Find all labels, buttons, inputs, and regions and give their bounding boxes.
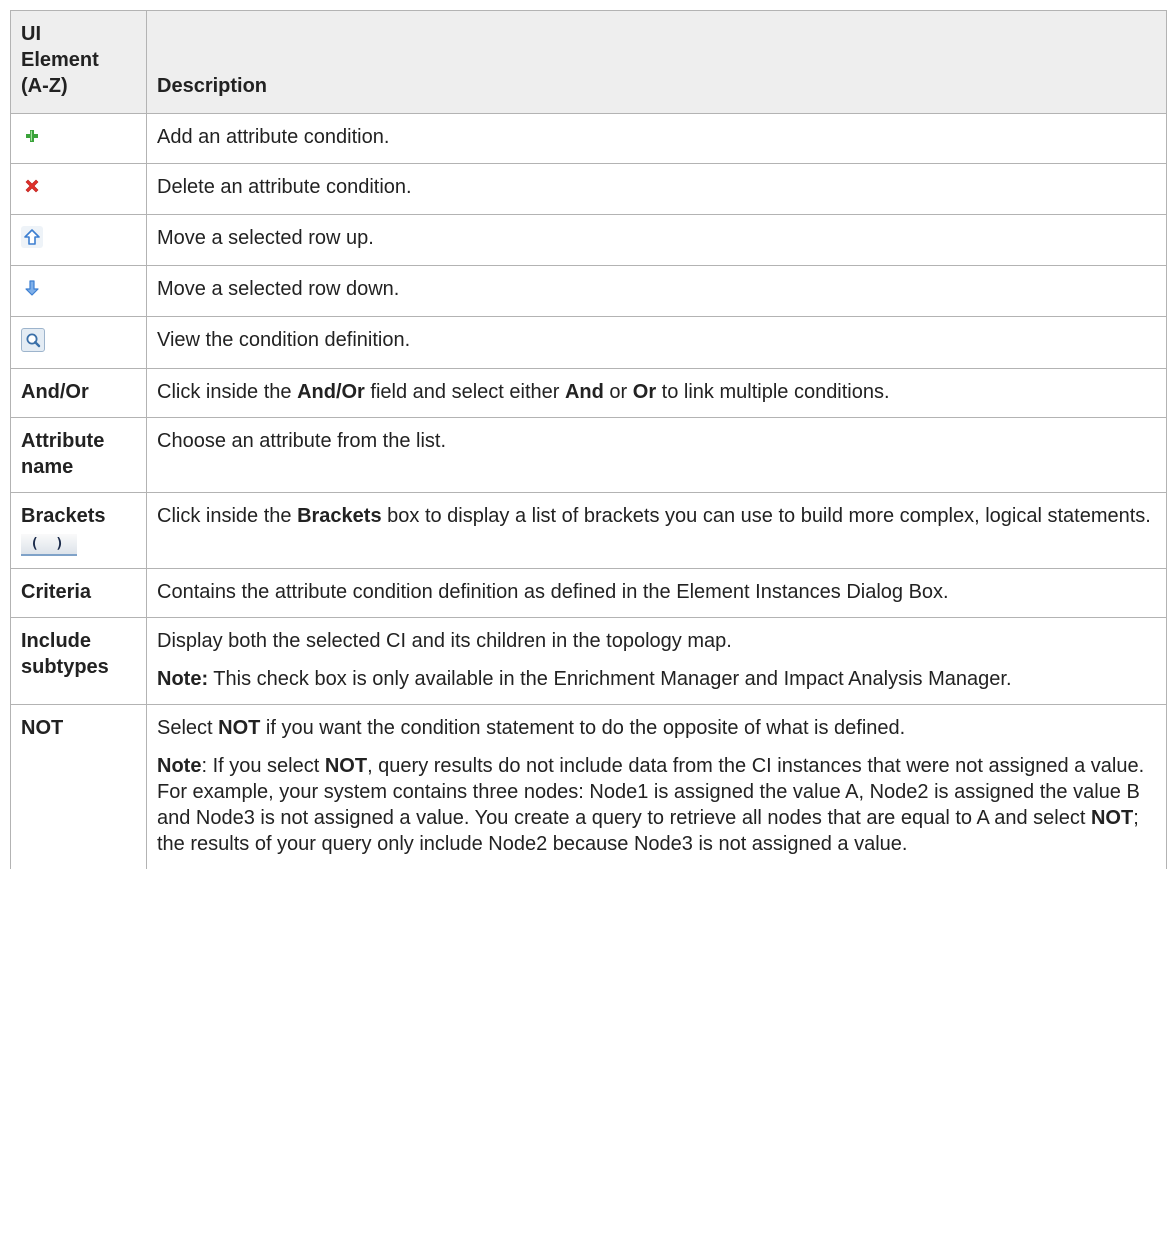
row-description: Click inside the And/Or field and select…: [146, 368, 1167, 418]
element-name-attribute-name: Attribute name: [10, 417, 147, 493]
element-name-criteria: Criteria: [10, 568, 147, 618]
table-header-row: UI Element (A-Z) Description: [10, 10, 1167, 114]
icon-cell: [10, 265, 147, 317]
row-description: Select NOT if you want the condition sta…: [146, 704, 1167, 869]
row-description: Choose an attribute from the list.: [146, 417, 1167, 493]
table-row: Add an attribute condition.: [10, 113, 1167, 164]
element-name-brackets: Brackets ( ): [10, 492, 147, 569]
row-description: Add an attribute condition.: [146, 113, 1167, 164]
row-description: Contains the attribute condition definit…: [146, 568, 1167, 618]
row-description: Move a selected row down.: [146, 265, 1167, 317]
icon-cell: [10, 214, 147, 266]
element-name-include-subtypes: Include subtypes: [10, 617, 147, 705]
table-row: And/Or Click inside the And/Or field and…: [10, 368, 1167, 418]
row-description: View the condition definition.: [146, 316, 1167, 369]
add-icon: [21, 125, 43, 147]
table-row: Attribute name Choose an attribute from t…: [10, 417, 1167, 493]
icon-cell: [10, 113, 147, 164]
row-description: Move a selected row up.: [146, 214, 1167, 266]
move-up-icon: [21, 226, 43, 248]
table-row: Criteria Contains the attribute conditio…: [10, 568, 1167, 618]
header-ui-element: UI Element (A-Z): [10, 10, 147, 114]
table-row: NOT Select NOT if you want the condition…: [10, 704, 1167, 869]
icon-cell: [10, 163, 147, 215]
table-row: Move a selected row down.: [10, 265, 1167, 317]
table-row: Include subtypes Display both the selecte…: [10, 617, 1167, 705]
row-description: Delete an attribute condition.: [146, 163, 1167, 215]
brackets-button-icon: ( ): [21, 534, 77, 556]
delete-icon: [21, 175, 43, 197]
view-condition-icon: [21, 328, 45, 352]
note: Note: If you select NOT, query results d…: [157, 755, 1145, 855]
table-row: Brackets ( ) Click inside the Brackets b…: [10, 492, 1167, 569]
element-name-not: NOT: [10, 704, 147, 869]
move-down-icon: [21, 277, 43, 299]
table-row: View the condition definition.: [10, 316, 1167, 369]
table-row: Move a selected row up.: [10, 214, 1167, 266]
table-row: Delete an attribute condition.: [10, 163, 1167, 215]
element-name-and-or: And/Or: [10, 368, 147, 418]
row-description: Display both the selected CI and its chi…: [146, 617, 1167, 705]
ui-elements-table: UI Element (A-Z) Description Add an attr…: [10, 10, 1167, 869]
note: Note: This check box is only available i…: [157, 668, 1012, 690]
row-description: Click inside the Brackets box to display…: [146, 492, 1167, 569]
icon-cell: [10, 316, 147, 369]
header-description: Description: [146, 10, 1167, 114]
